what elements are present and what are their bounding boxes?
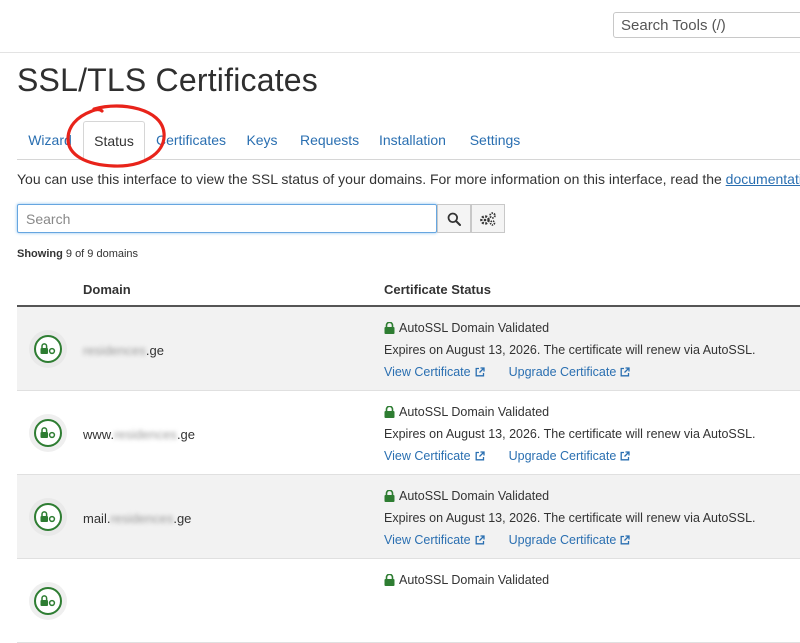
lock-icon	[384, 490, 395, 502]
external-link-icon	[620, 451, 630, 461]
status-text: AutoSSL Domain Validated	[399, 573, 550, 587]
upgrade-certificate-link[interactable]: Upgrade Certificate	[509, 529, 631, 551]
certificate-status: AutoSSL Domain Validated Expires on Augu…	[384, 485, 756, 551]
domain-name: www.residences.ge	[83, 427, 196, 442]
status-text: AutoSSL Domain Validated	[399, 489, 550, 503]
ssl-status-icon	[29, 330, 67, 368]
status-text: AutoSSL Domain Validated	[399, 405, 550, 419]
settings-gears-icon	[480, 211, 496, 226]
certificate-status: AutoSSL Domain Validated Expires on Augu…	[384, 317, 756, 383]
tab-settings[interactable]: Settings	[468, 121, 522, 159]
table-row: AutoSSL Domain Validated	[17, 559, 800, 643]
expiry-text: Expires on August 13, 2026. The certific…	[384, 511, 756, 525]
view-certificate-link[interactable]: View Certificate	[384, 445, 485, 467]
ssl-status-icon	[29, 498, 67, 536]
domain-name: mail.residences.ge	[83, 511, 192, 526]
documentation-link[interactable]: documentation	[726, 171, 800, 187]
domain-search-input[interactable]	[17, 204, 437, 233]
lock-icon	[384, 574, 395, 586]
status-column-header: Certificate Status	[384, 282, 491, 297]
domain-name: residences.ge	[83, 343, 164, 358]
external-link-icon	[475, 535, 485, 545]
external-link-icon	[475, 367, 485, 377]
tab-certificates[interactable]: Certificates	[155, 121, 227, 159]
table-row: www.residences.ge AutoSSL Domain Validat…	[17, 391, 800, 475]
certificate-status: AutoSSL Domain Validated	[384, 569, 549, 591]
intro-text: You can use this interface to view the S…	[17, 171, 800, 187]
external-link-icon	[475, 451, 485, 461]
showing-count: Showing 9 of 9 domains	[17, 248, 138, 260]
search-button[interactable]	[437, 204, 471, 233]
search-settings-button[interactable]	[471, 204, 505, 233]
tab-installation[interactable]: Installation	[379, 121, 446, 159]
expiry-text: Expires on August 13, 2026. The certific…	[384, 343, 756, 357]
tab-requests[interactable]: Requests	[300, 121, 359, 159]
showing-text: 9 of 9 domains	[65, 248, 139, 260]
search-tools-input[interactable]	[613, 12, 800, 38]
page-title: SSL/TLS Certificates	[17, 62, 318, 98]
domain-column-header[interactable]: Domain	[83, 282, 131, 297]
view-certificate-link[interactable]: View Certificate	[384, 529, 485, 551]
tab-bar: Wizard Status Certificates Keys Requests…	[17, 121, 800, 160]
search-icon	[447, 212, 461, 226]
certificate-status: AutoSSL Domain Validated Expires on Augu…	[384, 401, 756, 467]
showing-label: Showing	[17, 248, 63, 260]
table-row: residences.ge AutoSSL Domain Validated E…	[17, 307, 800, 391]
status-text: AutoSSL Domain Validated	[399, 321, 550, 335]
tab-status[interactable]: Status	[83, 121, 145, 160]
ssl-status-icon	[29, 582, 67, 620]
table-header: Domain Certificate Status	[17, 273, 800, 307]
intro-body: You can use this interface to view the S…	[17, 171, 726, 187]
external-link-icon	[620, 535, 630, 545]
expiry-text: Expires on August 13, 2026. The certific…	[384, 427, 756, 441]
ssl-status-icon	[29, 414, 67, 452]
upgrade-certificate-link[interactable]: Upgrade Certificate	[509, 445, 631, 467]
tab-keys[interactable]: Keys	[243, 121, 281, 159]
lock-icon	[384, 322, 395, 334]
domains-table: Domain Certificate Status residences.ge …	[17, 273, 800, 643]
tab-wizard[interactable]: Wizard	[17, 121, 83, 159]
view-certificate-link[interactable]: View Certificate	[384, 361, 485, 383]
lock-icon	[384, 406, 395, 418]
external-link-icon	[620, 367, 630, 377]
top-bar	[0, 0, 800, 53]
upgrade-certificate-link[interactable]: Upgrade Certificate	[509, 361, 631, 383]
table-row: mail.residences.ge AutoSSL Domain Valida…	[17, 475, 800, 559]
